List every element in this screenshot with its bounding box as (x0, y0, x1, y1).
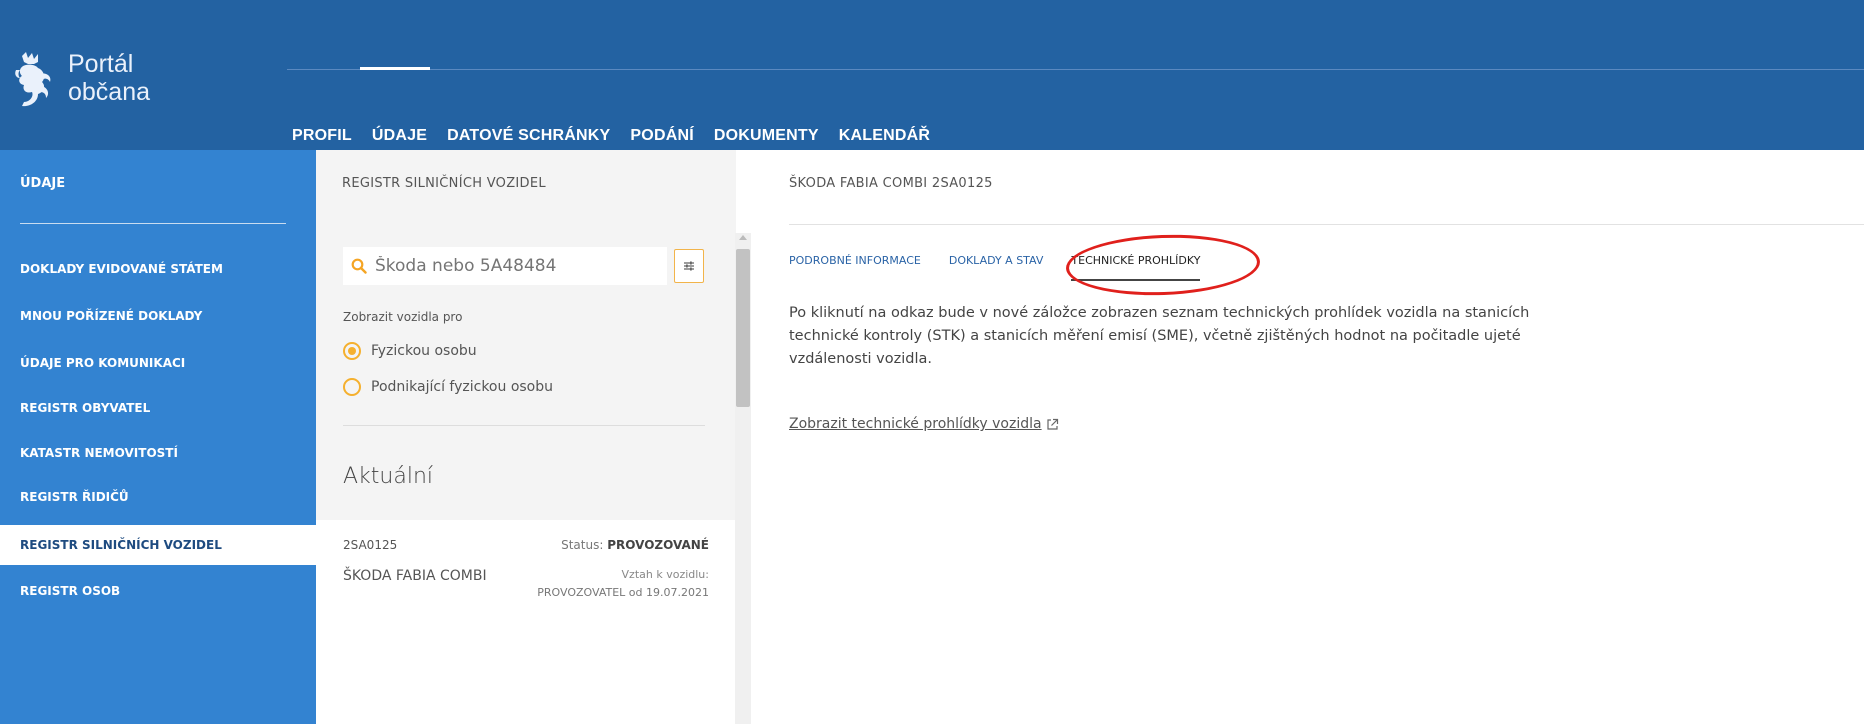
tab-podrobne-informace[interactable]: PODROBNÉ INFORMACE (789, 254, 921, 281)
top-header: Portál občana PROFIL ÚDAJE DATOVÉ SCHRÁN… (0, 0, 1864, 150)
relation-label: Vztah k vozidlu: (621, 568, 709, 581)
nav-profil[interactable]: PROFIL (292, 127, 352, 145)
sidebar-title: ÚDAJE (20, 176, 66, 191)
radio-podnikajici-osoba[interactable]: Podnikající fyzickou osobu (343, 378, 553, 396)
external-link-icon (1046, 418, 1058, 430)
sidebar-item-udaje-komunikace[interactable]: ÚDAJE PRO KOMUNIKACI (0, 343, 316, 383)
show-vehicles-label: Zobrazit vozidla pro (343, 310, 463, 324)
sidebar-item-registr-obyvatel[interactable]: REGISTR OBYVATEL (0, 388, 316, 428)
header-divider (287, 69, 1864, 70)
logo-line-1: Portál (68, 50, 134, 78)
sidebar-item-registr-vozidel[interactable]: REGISTR SILNIČNÍCH VOZIDEL (0, 525, 316, 565)
search-box[interactable] (343, 247, 667, 285)
technical-inspections-link[interactable]: Zobrazit technické prohlídky vozidla (789, 416, 1059, 432)
detail-divider (789, 224, 1864, 225)
active-nav-indicator (360, 67, 430, 70)
nav-podani[interactable]: PODÁNÍ (630, 127, 693, 145)
panel-title: REGISTR SILNIČNÍCH VOZIDEL (342, 176, 546, 191)
nav-kalendar[interactable]: KALENDÁŘ (839, 127, 930, 145)
radio-label: Fyzickou osobu (371, 343, 477, 359)
nav-udaje[interactable]: ÚDAJE (372, 127, 427, 145)
status-label: Status: (561, 538, 604, 552)
radio-checked-icon (343, 342, 361, 360)
tab-doklady-a-stav[interactable]: DOKLADY A STAV (949, 254, 1044, 281)
sidebar-item-doklady-evidovane[interactable]: DOKLADY EVIDOVANÉ STÁTEM (0, 249, 316, 289)
panel-divider (343, 425, 705, 426)
scroll-thumb[interactable] (736, 249, 750, 407)
detail-title: ŠKODA FABIA COMBI 2SA0125 (789, 176, 993, 191)
relation-value: PROVOZOVATEL od 19.07.2021 (537, 586, 709, 599)
portal-logo[interactable]: Portál občana (12, 50, 150, 108)
scroll-up-icon[interactable] (739, 235, 747, 240)
main-nav: PROFIL ÚDAJE DATOVÉ SCHRÁNKY PODÁNÍ DOKU… (292, 127, 930, 145)
sidebar-item-katastr[interactable]: KATASTR NEMOVITOSTÍ (0, 433, 316, 473)
sidebar-item-mnou-porizene[interactable]: MNOU POŘÍZENÉ DOKLADY (0, 296, 316, 336)
tab-description: Po kliknutí na odkaz bude v nové záložce… (789, 305, 1530, 367)
czech-lion-icon (15, 52, 51, 107)
radio-label: Podnikající fyzickou osobu (371, 379, 553, 395)
status-value: PROVOZOVANÉ (607, 538, 709, 552)
filter-button[interactable] (674, 249, 704, 283)
sidebar-divider (20, 223, 286, 224)
radio-fyzicka-osoba[interactable]: Fyzickou osobu (343, 342, 477, 360)
search-icon (351, 258, 367, 274)
vehicle-list-panel: REGISTR SILNIČNÍCH VOZIDEL Zobrazit vozi… (316, 150, 736, 724)
vehicle-detail-panel: ŠKODA FABIA COMBI 2SA0125 PODROBNÉ INFOR… (752, 150, 1864, 724)
sidebar-item-registr-osob[interactable]: REGISTR OSOB (0, 571, 316, 611)
link-text: Zobrazit technické prohlídky vozidla (789, 416, 1042, 432)
sliders-icon (684, 261, 694, 271)
radio-unchecked-icon (343, 378, 361, 396)
logo-line-2: občana (68, 78, 151, 106)
sidebar-item-registr-ridicu[interactable]: REGISTR ŘIDIČŮ (0, 477, 316, 517)
nav-dokumenty[interactable]: DOKUMENTY (714, 127, 819, 145)
search-input[interactable] (373, 255, 657, 277)
sidebar: ÚDAJE DOKLADY EVIDOVANÉ STÁTEM MNOU POŘÍ… (0, 150, 316, 724)
vehicle-status: Status: PROVOZOVANÉ (561, 538, 709, 552)
list-scrollbar[interactable] (735, 233, 751, 724)
vehicle-name: ŠKODA FABIA COMBI (343, 568, 487, 584)
vehicle-plate: 2SA0125 (343, 538, 398, 552)
section-heading: Aktuální (343, 464, 434, 489)
vehicle-list-item[interactable]: 2SA0125 Status: PROVOZOVANÉ ŠKODA FABIA … (316, 520, 736, 724)
nav-datove-schranky[interactable]: DATOVÉ SCHRÁNKY (447, 127, 610, 145)
